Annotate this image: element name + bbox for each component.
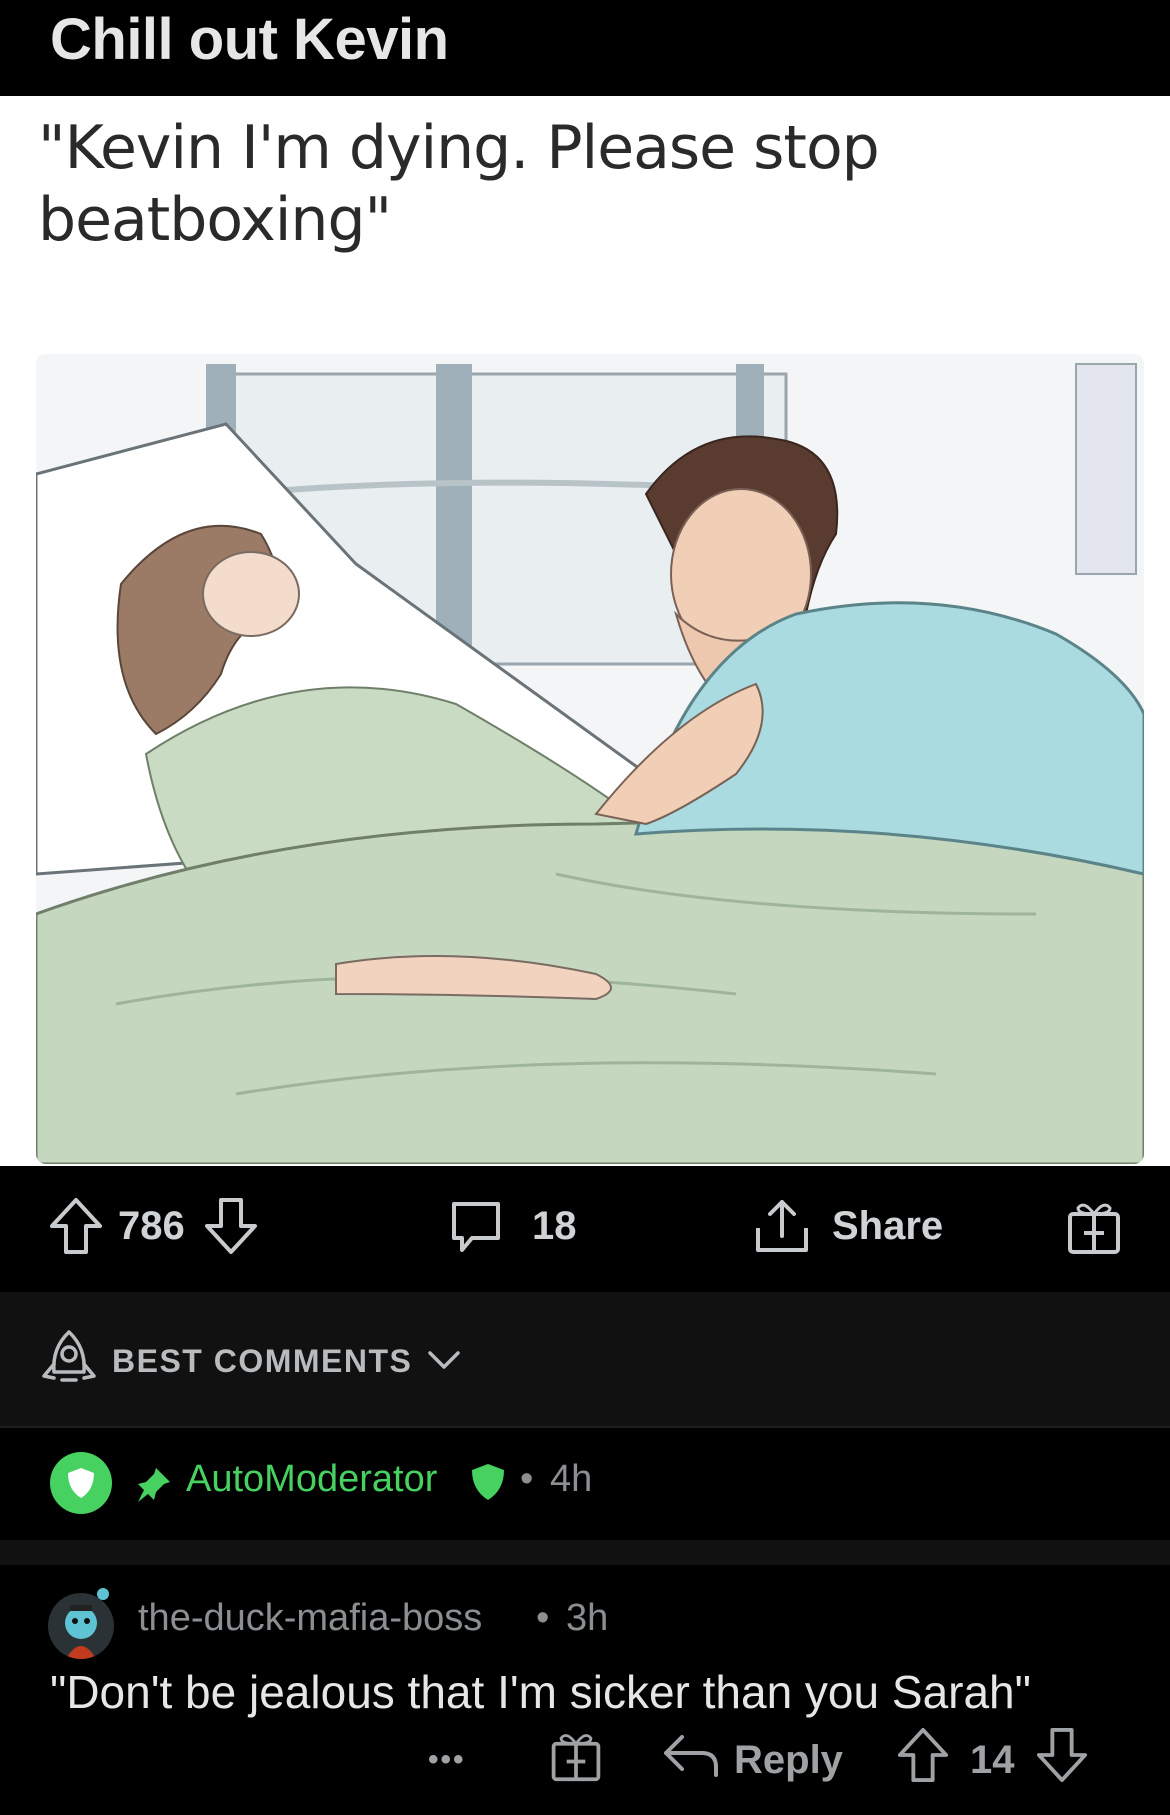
more-button[interactable]: ••• (428, 1730, 466, 1790)
post-title-bar: Chill out Kevin (0, 0, 1170, 96)
online-indicator-icon (97, 1588, 109, 1600)
divider (0, 1426, 1170, 1428)
share-label: Share (832, 1203, 944, 1248)
post-image[interactable]: "Kevin I'm dying. Please stop beatboxing… (0, 96, 1170, 1166)
reply-button[interactable]: Reply (662, 1730, 843, 1790)
comments-button[interactable]: 18 (446, 1194, 577, 1258)
more-icon: ••• (428, 1743, 466, 1776)
comment-age: 4h (550, 1458, 593, 1500)
separator: • (536, 1597, 550, 1639)
comment-author[interactable]: the-duck-mafia-boss (138, 1597, 482, 1640)
award-button[interactable] (1064, 1194, 1124, 1258)
reply-icon (662, 1731, 720, 1789)
award-icon (548, 1727, 604, 1793)
comment-count: 18 (532, 1203, 577, 1248)
share-icon (752, 1196, 812, 1256)
comment-sort-selector[interactable]: BEST COMMENTS (38, 1328, 462, 1395)
upvote-count: 786 (118, 1203, 185, 1248)
share-button[interactable]: Share (752, 1194, 943, 1258)
rocket-icon (38, 1328, 100, 1395)
comment-age: 3h (566, 1597, 609, 1639)
chevron-down-icon (426, 1347, 462, 1376)
post-action-bar: 786 18 Share (0, 1166, 1170, 1290)
avatar[interactable] (48, 1593, 114, 1659)
comment-award-button[interactable] (548, 1730, 604, 1790)
upvote-button[interactable]: 786 (48, 1194, 259, 1258)
comment-score: 14 (970, 1737, 1015, 1782)
sort-label: BEST COMMENTS (112, 1343, 413, 1379)
downvote-icon[interactable] (1035, 1726, 1089, 1794)
shield-icon (68, 1468, 94, 1498)
comment-body: "Don't be jealous that I'm sicker than y… (50, 1666, 1031, 1718)
separator: • (520, 1458, 534, 1500)
comment-vote-controls: 14 (896, 1728, 1089, 1790)
pin-icon (134, 1464, 174, 1509)
comment-author[interactable]: AutoModerator (186, 1458, 437, 1501)
comment-automoderator[interactable]: AutoModerator • 4h (0, 1430, 1170, 1540)
comment-the-duck-mafia-boss[interactable]: the-duck-mafia-boss • 3h "Don't be jealo… (0, 1565, 1170, 1815)
reply-label: Reply (734, 1737, 843, 1782)
post-title: Chill out Kevin (50, 7, 449, 72)
award-icon (1064, 1196, 1124, 1256)
comment-sort-bar[interactable]: BEST COMMENTS (0, 1292, 1170, 1426)
upvote-icon[interactable] (48, 1196, 104, 1256)
downvote-icon[interactable] (203, 1196, 259, 1256)
hospital-illustration (36, 354, 1144, 1164)
comment-gap (0, 1540, 1170, 1565)
meme-caption: "Kevin I'm dying. Please stop beatboxing… (38, 113, 880, 255)
moderator-shield-icon (470, 1462, 506, 1507)
comment-icon (446, 1196, 506, 1256)
avatar[interactable] (50, 1452, 112, 1514)
upvote-icon[interactable] (896, 1726, 950, 1794)
